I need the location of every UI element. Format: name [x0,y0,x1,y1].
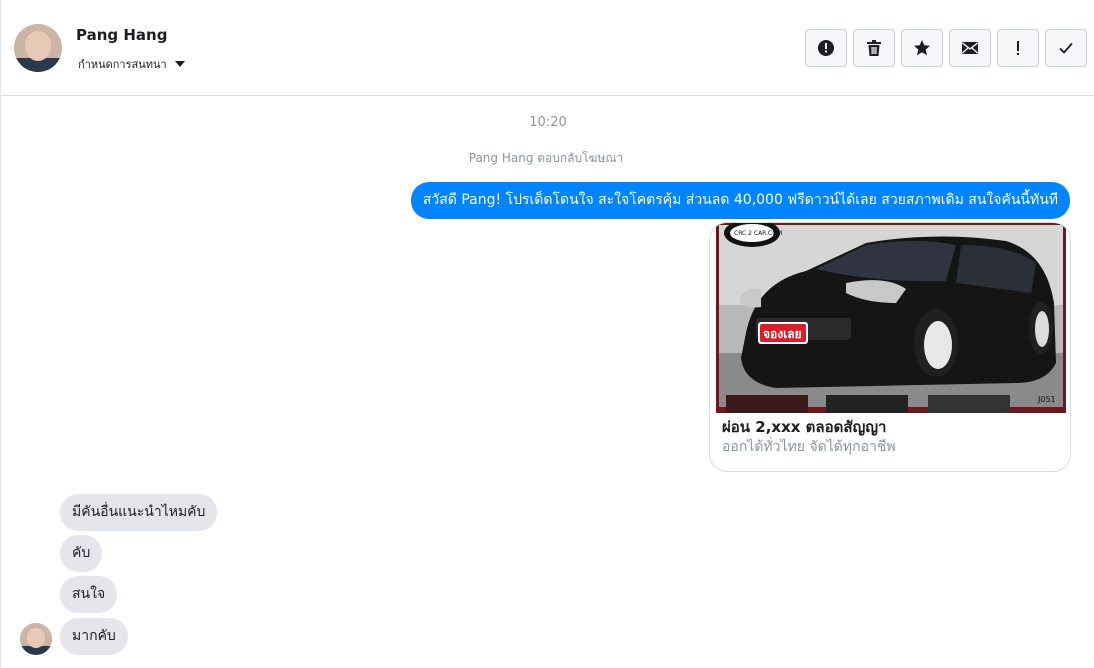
ad-sticker-text: จองเลย [763,327,802,341]
contact-name[interactable]: Pang Hang [76,26,167,44]
ad-logo-text: CRC 2 CAR.COM [734,230,783,237]
exclamation-icon [1017,41,1019,55]
contact-avatar[interactable] [14,24,62,72]
alert-circle-icon [818,40,834,56]
conversation-header: Pang Hang กำหนดการสนทนา [1,0,1094,96]
inbox-conversation-panel: Pang Hang กำหนดการสนทนา 10:20 Pang Hang … [0,0,1094,668]
caret-down-icon [174,61,185,67]
ad-attachment-card[interactable]: CRC 2 CAR.COM จองเลย J051 ผ่อน 2,xxx ตลอ… [709,222,1071,472]
ad-code: J051 [1038,395,1056,404]
assign-label: กำหนดการสนทนา [78,58,167,71]
incoming-message-bubble[interactable]: มีคันอื่นแนะนำไหมคับ [60,494,218,531]
incoming-message-bubble[interactable]: คับ [60,535,103,572]
ad-car-image: CRC 2 CAR.COM จองเลย J051 [716,223,1066,413]
mark-done-button[interactable] [1045,29,1087,67]
ad-reply-note: Pang Hang ตอบกลับโฆษณา [468,151,624,165]
trash-icon [867,40,881,56]
star-button[interactable] [901,29,943,67]
message-timestamp: 10:20 [529,115,567,130]
assign-conversation-dropdown[interactable]: กำหนดการสนทนา [78,55,185,73]
report-spam-button[interactable] [805,29,847,67]
delete-button[interactable] [853,29,895,67]
sender-avatar[interactable] [20,623,52,655]
ad-subtitle: ออกได้ทั่วไทย จัดได้ทุกอาชีพ [722,439,896,455]
outgoing-message-bubble[interactable]: สวัสดี Pang! โปรเด็ดโดนใจ สะใจโคตรคุ้ม ส… [410,182,1070,219]
incoming-message-bubble[interactable]: สนใจ [60,576,118,613]
star-icon [914,40,930,56]
follow-up-button[interactable] [997,29,1039,67]
envelope-icon [962,42,978,54]
incoming-message-bubble[interactable]: มากคับ [60,618,128,655]
check-icon [1059,42,1073,54]
mark-unread-button[interactable] [949,29,991,67]
conversation-actions [805,29,1087,67]
